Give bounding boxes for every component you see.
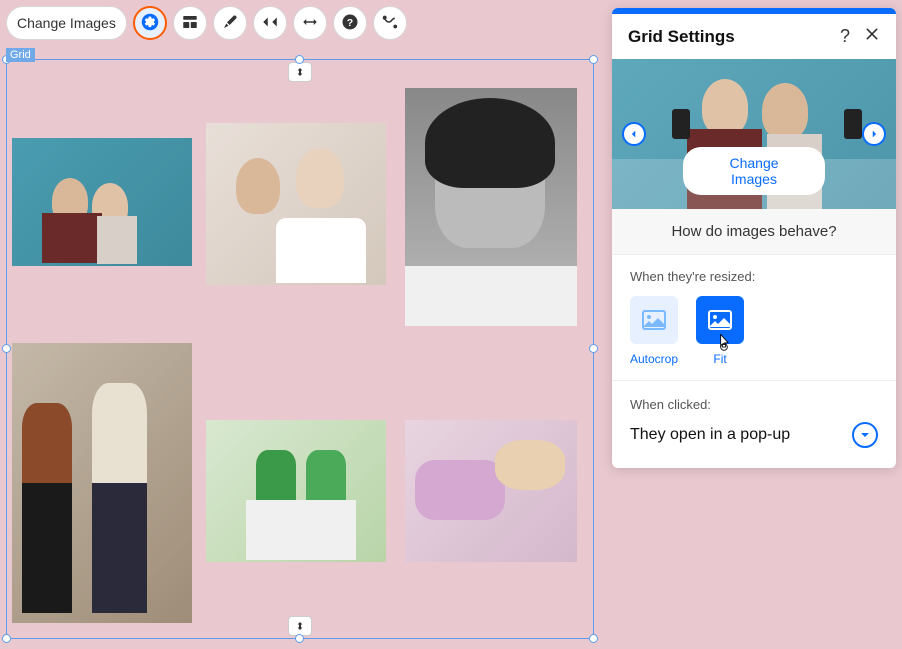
panel-hero: Change Images (612, 59, 896, 209)
grid-image[interactable] (12, 343, 192, 623)
design-button[interactable] (213, 6, 247, 40)
panel-header: Grid Settings ? (612, 14, 896, 59)
brush-icon (221, 13, 239, 34)
resize-handle[interactable] (2, 634, 11, 643)
hero-change-images-button[interactable]: Change Images (683, 147, 825, 195)
chevron-right-icon (869, 129, 879, 139)
stretch-icon (301, 13, 319, 34)
editor-toolbar: Change Images ? (6, 6, 407, 40)
help-icon: ? (341, 13, 359, 34)
behave-heading: How do images behave? (612, 209, 896, 255)
mode-label: Fit (713, 352, 726, 366)
image-icon (708, 310, 732, 330)
hero-prev-button[interactable] (622, 122, 646, 146)
change-images-button[interactable]: Change Images (6, 6, 127, 40)
resize-handle[interactable] (589, 344, 598, 353)
resize-handle[interactable] (2, 344, 11, 353)
animation-icon (381, 13, 399, 34)
image-icon (642, 310, 666, 330)
filters-button[interactable] (253, 6, 287, 40)
settings-button[interactable] (133, 6, 167, 40)
resize-label: When they're resized: (630, 269, 878, 284)
mode-label: Autocrop (630, 352, 678, 366)
close-icon (864, 26, 880, 42)
grid-image[interactable] (12, 138, 192, 266)
stretch-button[interactable] (293, 6, 327, 40)
animation-button[interactable] (373, 6, 407, 40)
grid-image[interactable] (206, 123, 386, 285)
hero-next-button[interactable] (862, 122, 886, 146)
resize-handle[interactable] (589, 55, 598, 64)
resize-handle[interactable] (295, 634, 304, 643)
mode-autocrop[interactable]: Autocrop (630, 296, 678, 366)
resize-section: When they're resized: Autocrop Fit (612, 255, 896, 381)
mode-fit[interactable]: Fit (696, 296, 744, 366)
panel-close-button[interactable] (864, 26, 880, 47)
element-type-label: Grid (6, 48, 35, 62)
cursor-icon (712, 332, 736, 352)
click-section: When clicked: They open in a pop-up (612, 381, 896, 468)
gear-icon (141, 13, 159, 34)
chevron-left-icon (629, 129, 639, 139)
click-value: They open in a pop-up (630, 426, 790, 444)
layout-button[interactable] (173, 6, 207, 40)
grid-settings-panel: Grid Settings ? Change Images How do ima… (612, 8, 896, 468)
resize-handle[interactable] (295, 55, 304, 64)
grid-image[interactable] (405, 88, 577, 326)
drag-handle-top[interactable] (288, 62, 312, 82)
resize-handle[interactable] (589, 634, 598, 643)
click-dropdown-button[interactable] (852, 422, 878, 448)
help-button[interactable]: ? (333, 6, 367, 40)
panel-title: Grid Settings (628, 27, 735, 47)
svg-text:?: ? (347, 16, 353, 28)
click-label: When clicked: (630, 397, 878, 412)
grid-icon (181, 13, 199, 34)
grid-image[interactable] (405, 420, 577, 562)
chevron-down-icon (859, 429, 871, 441)
drag-handle-bottom[interactable] (288, 616, 312, 636)
layers-icon (261, 13, 279, 34)
grid-image[interactable] (206, 420, 386, 562)
canvas-stage[interactable]: Grid (6, 48, 594, 642)
panel-help-button[interactable]: ? (840, 26, 850, 47)
